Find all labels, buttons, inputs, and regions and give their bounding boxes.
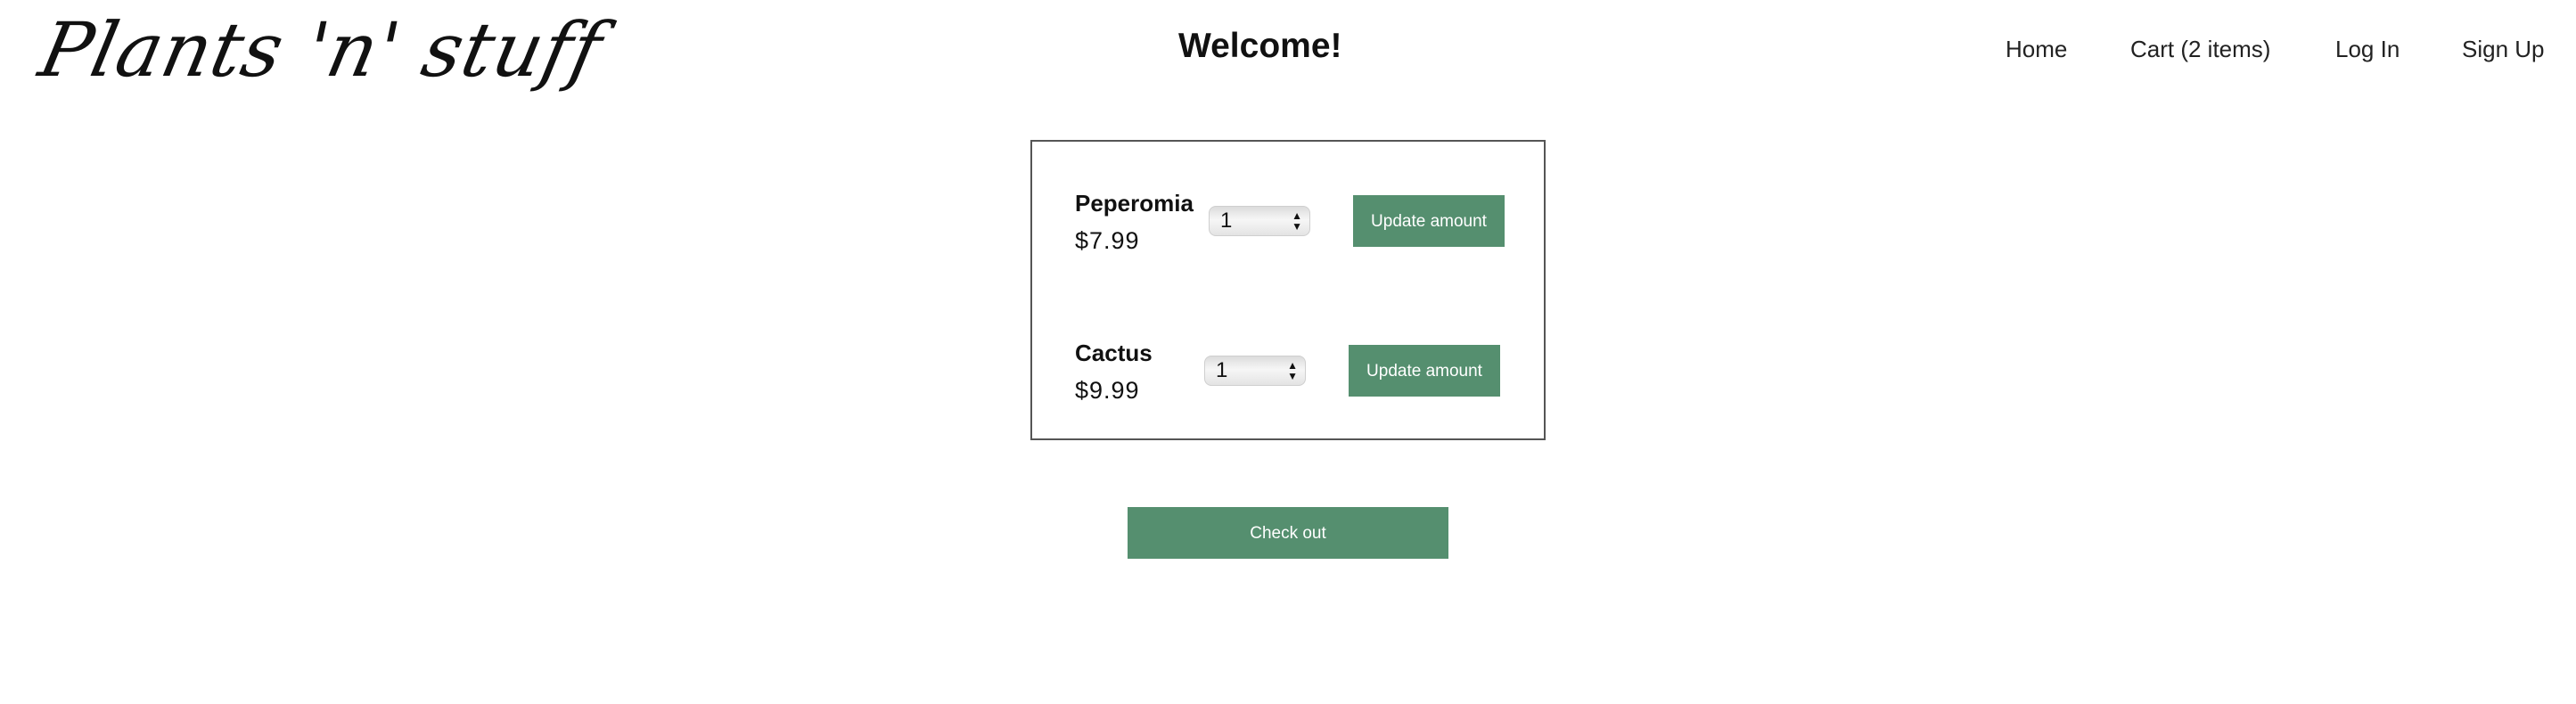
checkout-button[interactable]: Check out (1128, 507, 1448, 559)
up-down-arrows-icon: ▲ ▼ (1287, 359, 1298, 382)
quantity-select[interactable]: 1 ▲ ▼ (1209, 206, 1310, 236)
quantity-select[interactable]: 1 ▲ ▼ (1204, 356, 1306, 386)
cart-page: Plants 'n' stuff Welcome! Home Cart (2 i… (0, 0, 2576, 704)
update-amount-button[interactable]: Update amount (1353, 195, 1505, 247)
quantity-value: 1 (1216, 358, 1228, 382)
item-price: $7.99 (1075, 227, 1140, 254)
quantity-value: 1 (1220, 209, 1233, 233)
nav-cart-link[interactable]: Cart (2 items) (2130, 36, 2270, 63)
nav-signup-link[interactable]: Sign Up (2462, 36, 2545, 63)
cart-item: Cactus $9.99 1 ▲ ▼ Update amount (1032, 332, 1544, 439)
item-name: Cactus (1075, 340, 1153, 366)
nav-login-link[interactable]: Log In (2335, 36, 2400, 63)
item-name: Peperomia (1075, 190, 1194, 217)
cart-items-box: Peperomia $7.99 1 ▲ ▼ Update amount Cactu… (1030, 140, 1546, 440)
main-nav: Home Cart (2 items) Log In Sign Up (0, 36, 2576, 71)
update-amount-button[interactable]: Update amount (1349, 345, 1500, 397)
nav-home-link[interactable]: Home (2006, 36, 2067, 63)
cart-item: Peperomia $7.99 1 ▲ ▼ Update amount (1032, 183, 1544, 290)
up-down-arrows-icon: ▲ ▼ (1292, 209, 1302, 233)
item-price: $9.99 (1075, 377, 1140, 404)
